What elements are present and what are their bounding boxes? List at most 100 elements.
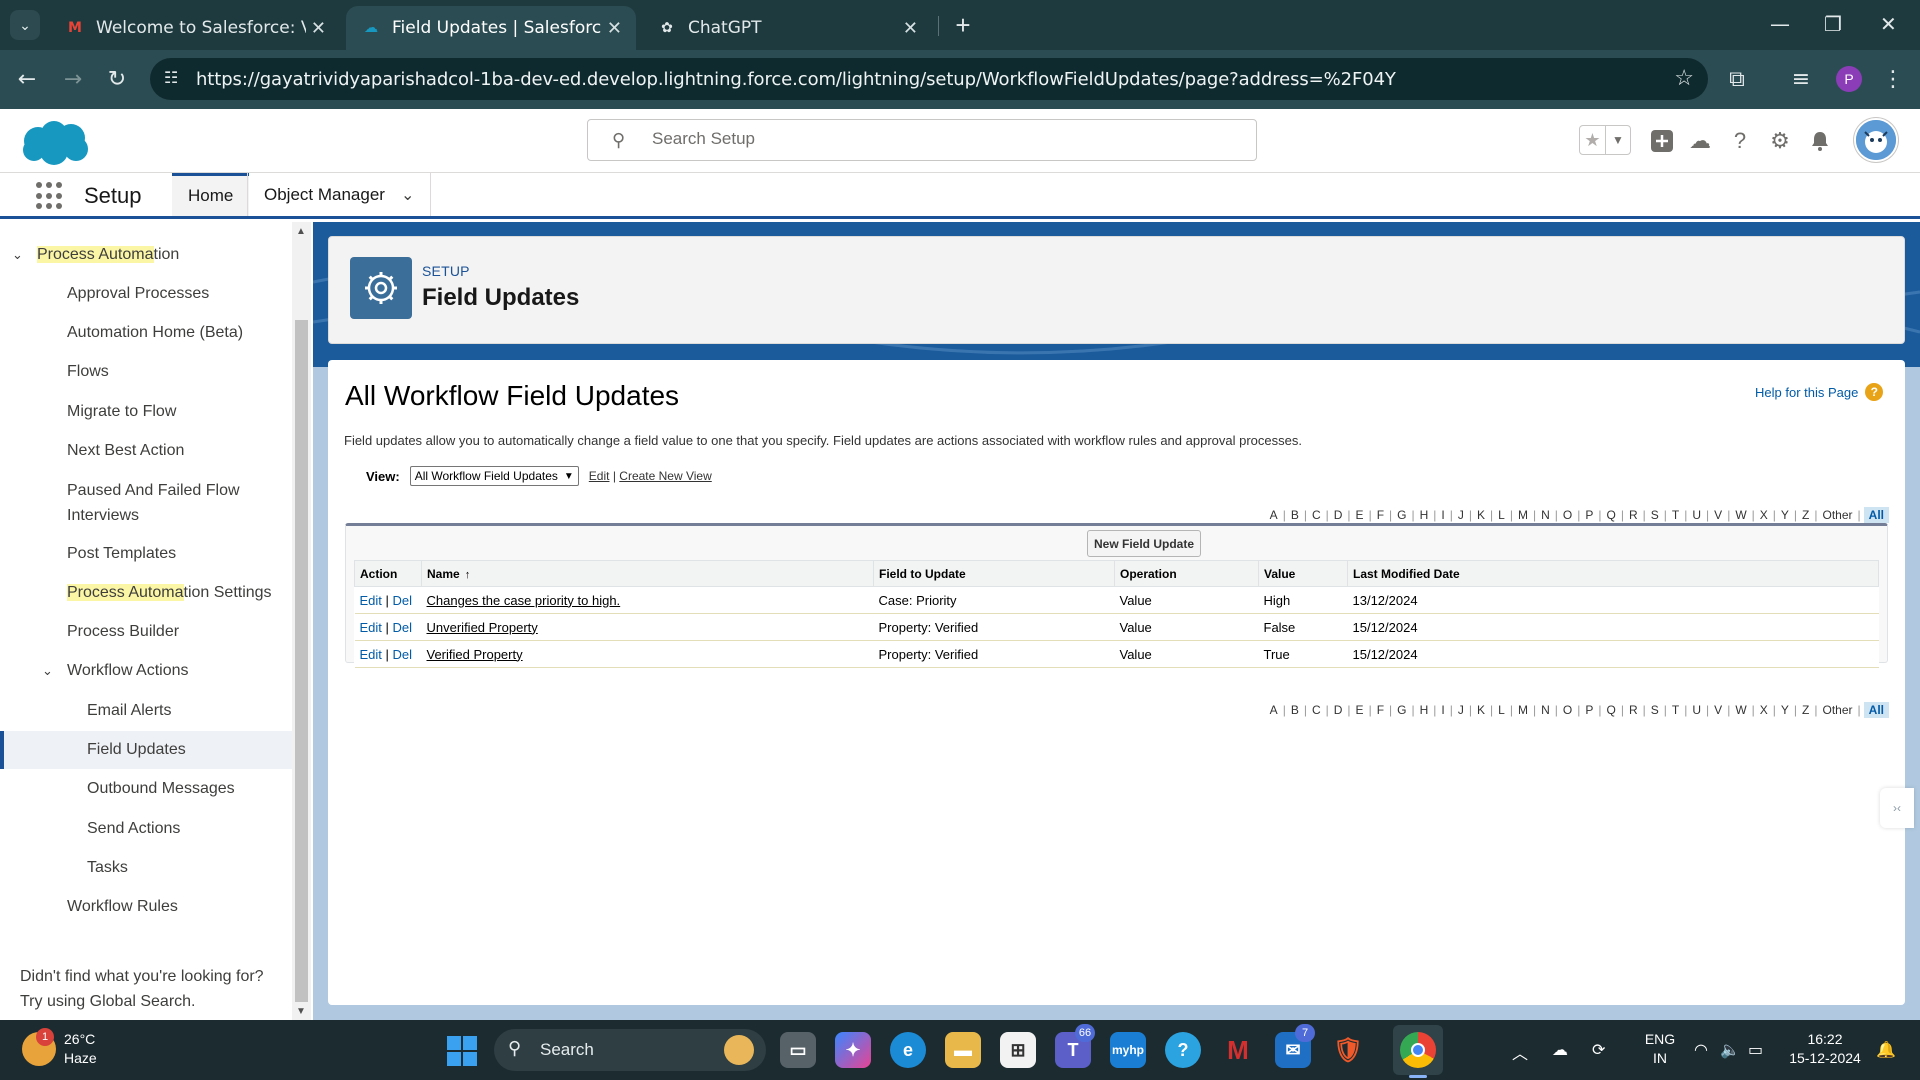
browser-tab-salesforce[interactable]: ☁ Field Updates | Salesforce ✕ bbox=[346, 6, 636, 50]
favorite-star-icon[interactable]: ★ bbox=[1580, 126, 1605, 154]
alpha-filter-letter[interactable]: C bbox=[1307, 703, 1326, 717]
alpha-filter-letter[interactable]: Other bbox=[1818, 703, 1858, 717]
alpha-filter-letter[interactable]: Q bbox=[1602, 703, 1621, 717]
taskbar-search[interactable]: ⚲ Search bbox=[494, 1029, 766, 1071]
alpha-filter-letter[interactable]: M bbox=[1513, 703, 1533, 717]
help-for-page-link[interactable]: Help for this Page ? bbox=[1755, 383, 1884, 401]
sidebar-item-migrate-to-flow[interactable]: Migrate to Flow bbox=[0, 393, 292, 431]
alpha-filter-letter[interactable]: O bbox=[1558, 508, 1577, 522]
utility-panel-handle[interactable]: ›‹ bbox=[1880, 788, 1914, 828]
alpha-filter-letter[interactable]: S bbox=[1646, 508, 1664, 522]
alpha-filter-letter[interactable]: T bbox=[1667, 703, 1684, 717]
weather-widget[interactable]: 1 26°C Haze bbox=[22, 1028, 97, 1068]
sidebar-item-flows[interactable]: Flows bbox=[0, 353, 292, 391]
alpha-filter-letter[interactable]: P bbox=[1580, 508, 1598, 522]
site-settings-icon[interactable]: ☷ bbox=[164, 68, 178, 87]
setup-search-input[interactable] bbox=[652, 129, 1232, 149]
setup-gear-icon[interactable]: ⚙ bbox=[1766, 127, 1794, 155]
window-close-icon[interactable]: ✕ bbox=[1880, 12, 1897, 36]
alpha-filter-letter[interactable]: Z bbox=[1797, 508, 1814, 522]
microsoft-store-icon[interactable]: ⊞ bbox=[1000, 1032, 1036, 1068]
create-new-view-link[interactable]: Create New View bbox=[619, 469, 711, 483]
alpha-filter-letter[interactable]: F bbox=[1372, 703, 1389, 717]
chevron-down-icon[interactable]: ⌄ bbox=[42, 663, 53, 679]
view-select[interactable]: All Workflow Field Updates ▼ bbox=[409, 466, 579, 486]
row-edit-link[interactable]: Edit bbox=[360, 593, 382, 608]
sidebar-scrollbar[interactable]: ▲ ▼ bbox=[292, 222, 311, 1020]
alpha-filter-letter[interactable]: P bbox=[1580, 703, 1598, 717]
sidebar-item-outbound-messages[interactable]: Outbound Messages bbox=[0, 770, 292, 808]
alpha-filter-all[interactable]: All bbox=[1863, 702, 1889, 718]
sidebar-item-tasks[interactable]: Tasks bbox=[0, 849, 292, 887]
sidebar-section-process-automation[interactable]: ⌄ Process Automation bbox=[0, 236, 292, 274]
alpha-filter-letter[interactable]: U bbox=[1687, 508, 1706, 522]
sidebar-item-email-alerts[interactable]: Email Alerts bbox=[0, 692, 292, 730]
alpha-filter-letter[interactable]: Q bbox=[1602, 508, 1621, 522]
field-update-name-link[interactable]: Verified Property bbox=[427, 647, 523, 662]
alpha-filter-letter[interactable]: E bbox=[1351, 508, 1369, 522]
sidebar-item-next-best-action[interactable]: Next Best Action bbox=[0, 432, 292, 470]
restore-icon[interactable]: ❐ bbox=[1824, 12, 1842, 36]
edit-view-link[interactable]: Edit bbox=[589, 469, 610, 483]
sidebar-item-process-builder[interactable]: Process Builder bbox=[0, 613, 292, 651]
setup-search[interactable]: ⚲ bbox=[587, 119, 1257, 161]
sidebar-item-workflow-actions[interactable]: ⌄ Workflow Actions bbox=[0, 652, 292, 690]
alpha-filter-letter[interactable]: L bbox=[1493, 508, 1510, 522]
new-field-update-button[interactable]: New Field Update bbox=[1087, 530, 1202, 557]
alpha-filter-letter[interactable]: G bbox=[1392, 703, 1411, 717]
browser-tab-chatgpt[interactable]: ✿ ChatGPT ✕ bbox=[642, 6, 932, 50]
alpha-filter-letter[interactable]: D bbox=[1329, 703, 1348, 717]
alpha-filter-all[interactable]: All bbox=[1863, 507, 1889, 523]
file-explorer-icon[interactable]: ▬ bbox=[945, 1032, 981, 1068]
alpha-filter-letter[interactable]: D bbox=[1329, 508, 1348, 522]
close-tab-icon[interactable]: ✕ bbox=[311, 18, 326, 39]
battery-icon[interactable]: ▭ bbox=[1748, 1040, 1763, 1059]
alpha-filter-letter[interactable]: H bbox=[1415, 703, 1434, 717]
sidebar-item-process-automation-settings[interactable]: Process Automation Settings bbox=[0, 574, 292, 612]
back-icon[interactable]: ← bbox=[12, 64, 42, 94]
sidebar-item-field-updates[interactable]: Field Updates bbox=[0, 731, 292, 769]
alpha-filter-letter[interactable]: J bbox=[1453, 703, 1469, 717]
volume-icon[interactable]: 🔈 bbox=[1720, 1040, 1740, 1059]
column-header-name[interactable]: Name ↑ bbox=[421, 560, 874, 587]
alpha-filter-letter[interactable]: L bbox=[1493, 703, 1510, 717]
sidebar-item-post-templates[interactable]: Post Templates bbox=[0, 535, 292, 573]
alpha-filter-letter[interactable]: O bbox=[1558, 703, 1577, 717]
onedrive-cloud-icon[interactable]: ☁ bbox=[1552, 1040, 1568, 1059]
sidebar-item-paused-failed-flow-interviews[interactable]: Paused And Failed Flow Interviews bbox=[67, 478, 282, 528]
alpha-filter-letter[interactable]: W bbox=[1730, 703, 1751, 717]
alpha-filter-letter[interactable]: Y bbox=[1776, 703, 1794, 717]
row-delete-link[interactable]: Del bbox=[393, 647, 413, 662]
tab-search-button[interactable]: ⌄ bbox=[10, 10, 40, 40]
minimize-icon[interactable]: — bbox=[1770, 12, 1790, 36]
user-avatar[interactable] bbox=[1854, 118, 1898, 162]
chevron-down-icon[interactable]: ⌄ bbox=[12, 247, 23, 263]
tab-home[interactable]: Home bbox=[172, 173, 250, 216]
alpha-filter-letter[interactable]: V bbox=[1709, 703, 1727, 717]
media-controls-icon[interactable]: ≡ bbox=[1786, 64, 1816, 94]
language-indicator[interactable]: ENG IN bbox=[1636, 1030, 1684, 1068]
task-view-icon[interactable]: ▭ bbox=[780, 1032, 816, 1068]
alpha-filter-letter[interactable]: B bbox=[1286, 703, 1304, 717]
favorites-dropdown-icon[interactable]: ▼ bbox=[1604, 126, 1630, 154]
alpha-filter-letter[interactable]: I bbox=[1436, 703, 1449, 717]
alpha-filter-letter[interactable]: S bbox=[1646, 703, 1664, 717]
close-tab-icon[interactable]: ✕ bbox=[903, 18, 918, 39]
alpha-filter-letter[interactable]: W bbox=[1730, 508, 1751, 522]
alpha-filter-letter[interactable]: T bbox=[1667, 508, 1684, 522]
row-edit-link[interactable]: Edit bbox=[360, 647, 382, 662]
row-delete-link[interactable]: Del bbox=[393, 620, 413, 635]
alpha-filter-letter[interactable]: F bbox=[1372, 508, 1389, 522]
scrollbar-thumb[interactable] bbox=[295, 320, 308, 1002]
myhp-icon[interactable]: myhp bbox=[1110, 1032, 1146, 1068]
browser-tab-gmail[interactable]: M Welcome to Salesforce: Verify y ✕ bbox=[50, 6, 340, 50]
sidebar-item-workflow-rules[interactable]: Workflow Rules bbox=[0, 888, 292, 926]
alpha-filter-letter[interactable]: R bbox=[1624, 703, 1643, 717]
bookmark-star-icon[interactable]: ☆ bbox=[1674, 65, 1694, 91]
scroll-down-arrow[interactable]: ▼ bbox=[296, 1006, 306, 1017]
scroll-up-arrow[interactable]: ▲ bbox=[296, 226, 306, 237]
browser-profile-avatar[interactable]: P bbox=[1836, 66, 1862, 92]
help-icon[interactable]: ? bbox=[1726, 127, 1754, 155]
chevron-down-icon[interactable]: ⌄ bbox=[401, 185, 414, 205]
alpha-filter-letter[interactable]: G bbox=[1392, 508, 1411, 522]
